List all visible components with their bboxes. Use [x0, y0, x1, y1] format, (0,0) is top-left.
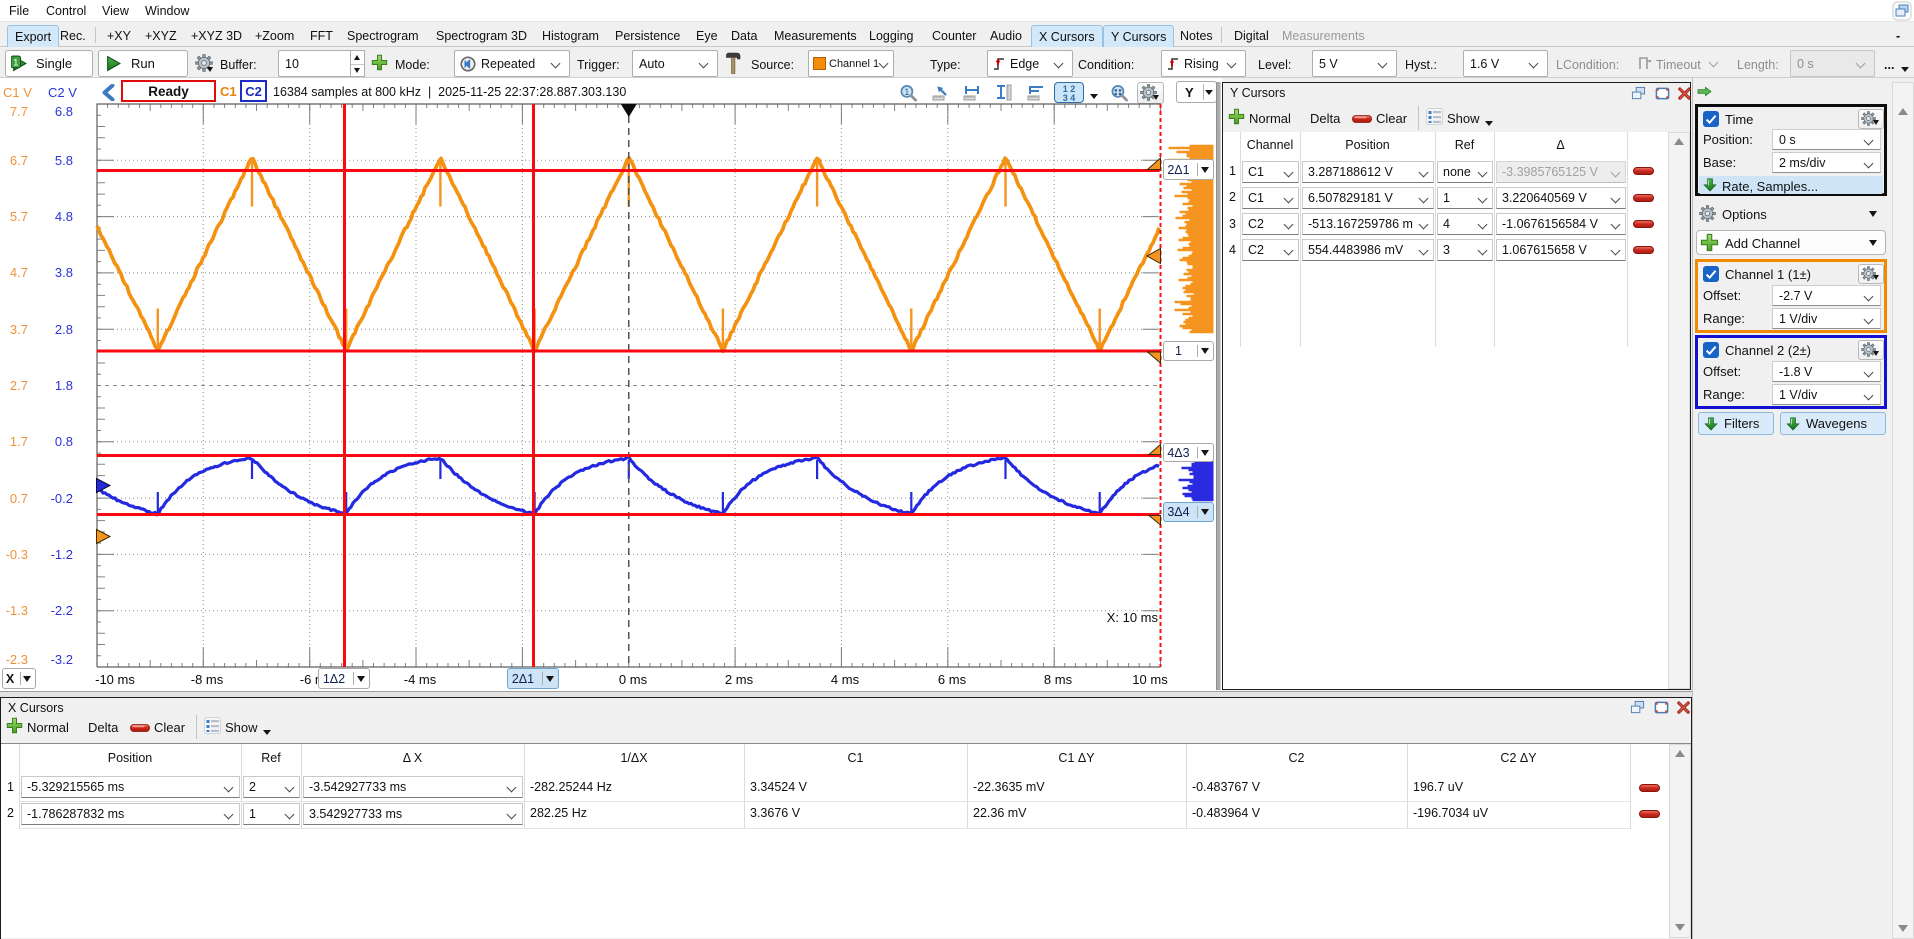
svg-text:3.7: 3.7 [10, 322, 28, 337]
svg-text:3.8: 3.8 [55, 265, 73, 280]
svg-text:2 ms: 2 ms [725, 672, 754, 687]
svg-text:5.7: 5.7 [10, 209, 28, 224]
svg-text:0.7: 0.7 [10, 491, 28, 506]
svg-text:X: 10 ms: X: 10 ms [1107, 610, 1159, 625]
svg-text:0 ms: 0 ms [619, 672, 648, 687]
svg-text:5.8: 5.8 [55, 153, 73, 168]
svg-text:C1 V: C1 V [3, 85, 32, 100]
svg-text:-1.3: -1.3 [6, 603, 28, 618]
svg-text:2.7: 2.7 [10, 378, 28, 393]
svg-text:-2.2: -2.2 [51, 603, 73, 618]
svg-text:-0.2: -0.2 [51, 491, 73, 506]
svg-text:6.8: 6.8 [55, 104, 73, 119]
svg-text:C2 V: C2 V [48, 85, 77, 100]
svg-text:-10 ms: -10 ms [95, 672, 135, 687]
svg-text:1.8: 1.8 [55, 378, 73, 393]
svg-text:6.7: 6.7 [10, 153, 28, 168]
svg-text:-0.3: -0.3 [6, 547, 28, 562]
svg-text:4.7: 4.7 [10, 265, 28, 280]
svg-text:8 ms: 8 ms [1044, 672, 1073, 687]
svg-text:1: 1 [13, 58, 18, 69]
svg-text:4.8: 4.8 [55, 209, 73, 224]
svg-text:0.8: 0.8 [55, 434, 73, 449]
svg-text:4 ms: 4 ms [831, 672, 860, 687]
svg-text:-1.2: -1.2 [51, 547, 73, 562]
svg-text:6 ms: 6 ms [938, 672, 967, 687]
svg-text:-8 ms: -8 ms [191, 672, 224, 687]
svg-text:-2.3: -2.3 [6, 652, 28, 667]
svg-text:-4 ms: -4 ms [404, 672, 437, 687]
svg-text:10 ms: 10 ms [1132, 672, 1168, 687]
svg-text:1.7: 1.7 [10, 434, 28, 449]
svg-text:7.7: 7.7 [10, 104, 28, 119]
svg-text:2.8: 2.8 [55, 322, 73, 337]
svg-text:-3.2: -3.2 [51, 652, 73, 667]
